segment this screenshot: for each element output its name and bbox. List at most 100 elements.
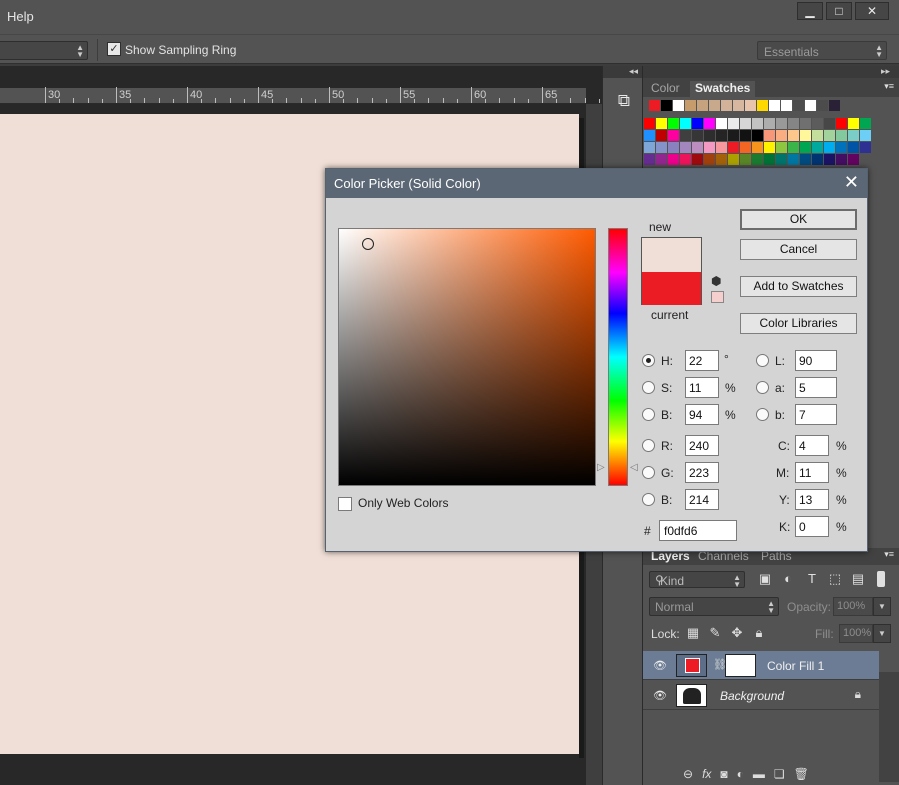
swatch[interactable] — [860, 142, 871, 153]
menu-help[interactable]: Help — [7, 9, 34, 24]
lock-pixels-icon[interactable]: ✎ — [707, 625, 723, 641]
panel-menu-icon[interactable]: ▾≡ — [884, 549, 894, 560]
swatch[interactable] — [644, 142, 655, 153]
swatch[interactable] — [800, 130, 811, 141]
only-web-colors-checkbox[interactable] — [338, 497, 352, 511]
swatch[interactable] — [680, 142, 691, 153]
hue-slider[interactable] — [608, 228, 628, 486]
b-channel-input[interactable]: 7 — [795, 404, 837, 425]
swatch[interactable] — [692, 154, 703, 165]
magenta-input[interactable]: 11 — [795, 462, 829, 483]
recent-swatch[interactable] — [817, 100, 828, 111]
brightness-radio[interactable] — [642, 408, 655, 421]
swatch[interactable] — [800, 118, 811, 129]
swatch[interactable] — [848, 142, 859, 153]
opacity-dropdown-button[interactable]: ▼ — [873, 597, 891, 616]
swatch[interactable] — [728, 154, 739, 165]
tab-color[interactable]: Color — [651, 81, 680, 95]
swatch[interactable] — [644, 130, 655, 141]
swatch[interactable] — [764, 130, 775, 141]
color-libraries-button[interactable]: Color Libraries — [740, 313, 857, 334]
new-layer-icon[interactable]: ❏ — [774, 767, 785, 781]
add-mask-icon[interactable]: ◙ — [720, 767, 727, 781]
swatch[interactable] — [764, 154, 775, 165]
swatch[interactable] — [704, 118, 715, 129]
swatch[interactable] — [740, 142, 751, 153]
swatch[interactable] — [740, 154, 751, 165]
fill-input[interactable]: 100% — [839, 624, 873, 643]
swatch[interactable] — [692, 130, 703, 141]
recent-swatch[interactable] — [721, 100, 732, 111]
swatch[interactable] — [860, 118, 871, 129]
swatch[interactable] — [812, 154, 823, 165]
saturation-input[interactable]: 11 — [685, 377, 719, 398]
visibility-eye-icon[interactable]: 👁︎ — [653, 659, 667, 672]
swatch[interactable] — [848, 154, 859, 165]
a-channel-radio[interactable] — [756, 381, 769, 394]
layer-row-color-fill[interactable]: 👁︎ ⛓ Color Fill 1 — [643, 651, 879, 680]
color-field-cursor[interactable] — [362, 238, 374, 250]
swatch[interactable] — [728, 118, 739, 129]
history-panel-icon[interactable]: ⧉ — [613, 91, 635, 113]
swatch[interactable] — [824, 130, 835, 141]
swatch[interactable] — [668, 118, 679, 129]
swatch[interactable] — [800, 142, 811, 153]
black-input[interactable]: 0 — [795, 516, 829, 537]
type-filter-icon[interactable]: T — [804, 571, 820, 587]
lock-position-icon[interactable]: ✥ — [729, 625, 745, 641]
green-input[interactable]: 223 — [685, 462, 719, 483]
opacity-input[interactable]: 100% — [833, 597, 873, 616]
recent-swatch[interactable] — [757, 100, 768, 111]
blue-input[interactable]: 214 — [685, 489, 719, 510]
recent-swatch[interactable] — [733, 100, 744, 111]
swatch[interactable] — [752, 154, 763, 165]
swatch[interactable] — [776, 130, 787, 141]
swatch[interactable] — [776, 118, 787, 129]
lock-all-icon[interactable]: 🔒︎ — [751, 625, 767, 641]
swatch[interactable] — [824, 142, 835, 153]
swatch[interactable] — [824, 154, 835, 165]
swatch[interactable] — [656, 142, 667, 153]
swatch[interactable] — [848, 130, 859, 141]
layer-name[interactable]: Background — [720, 689, 784, 703]
workspace-select[interactable]: Essentials ▲ ▼ — [757, 41, 887, 60]
b-channel-radio[interactable] — [756, 408, 769, 421]
visibility-eye-icon[interactable]: 👁︎ — [653, 689, 667, 702]
lightness-input[interactable]: 90 — [795, 350, 837, 371]
swatch[interactable] — [788, 118, 799, 129]
swatch[interactable] — [812, 142, 823, 153]
recent-swatch[interactable] — [661, 100, 672, 111]
red-radio[interactable] — [642, 439, 655, 452]
panel-menu-icon[interactable]: ▾≡ — [884, 81, 894, 92]
saturation-radio[interactable] — [642, 381, 655, 394]
green-radio[interactable] — [642, 466, 655, 479]
recent-swatch[interactable] — [673, 100, 684, 111]
swatch[interactable] — [752, 130, 763, 141]
blend-mode-select[interactable]: Normal ▲ ▼ — [649, 597, 779, 616]
swatch[interactable] — [836, 118, 847, 129]
lightness-radio[interactable] — [756, 354, 769, 367]
recent-swatch[interactable] — [745, 100, 756, 111]
minimize-button[interactable]: ▁ — [797, 2, 823, 20]
swatch[interactable] — [860, 130, 871, 141]
cancel-button[interactable]: Cancel — [740, 239, 857, 260]
swatch[interactable] — [656, 154, 667, 165]
shape-filter-icon[interactable]: ⬚ — [827, 571, 843, 587]
swatch[interactable] — [764, 118, 775, 129]
swatch[interactable] — [728, 142, 739, 153]
new-adjustment-layer-icon[interactable]: ◐ — [737, 767, 744, 781]
recent-swatch[interactable] — [793, 100, 804, 111]
layers-scrollbar[interactable] — [879, 672, 899, 782]
swatch[interactable] — [776, 142, 787, 153]
dialog-close-button[interactable]: ✕ — [844, 172, 859, 193]
recent-swatch[interactable] — [769, 100, 780, 111]
color-field[interactable] — [338, 228, 596, 486]
layer-mask-thumbnail[interactable] — [725, 654, 756, 677]
swatch[interactable] — [788, 130, 799, 141]
collapse-arrows-icon[interactable]: ◂◂ — [603, 66, 643, 78]
swatch[interactable] — [644, 118, 655, 129]
swatch[interactable] — [740, 118, 751, 129]
delete-layer-icon[interactable]: 🗑︎ — [794, 767, 809, 781]
recent-swatch[interactable] — [697, 100, 708, 111]
expand-arrows-icon[interactable]: ▸▸ — [643, 66, 899, 78]
